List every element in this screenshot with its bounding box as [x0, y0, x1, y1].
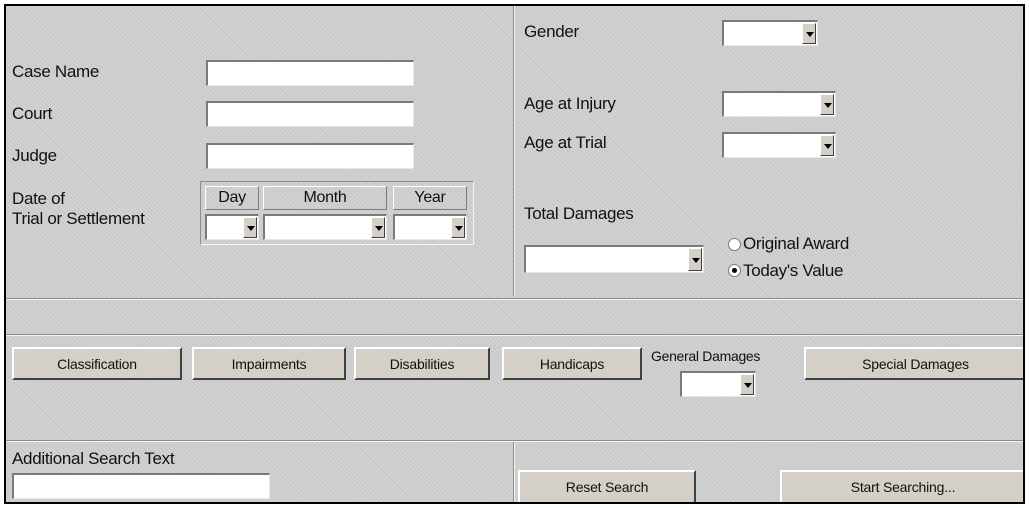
handicaps-button[interactable]: Handicaps: [502, 347, 642, 380]
date-label-line2: Trial or Settlement: [12, 209, 145, 228]
age-at-trial-select[interactable]: [722, 132, 836, 158]
year-select[interactable]: [393, 214, 467, 240]
total-damages-label: Total Damages: [524, 204, 634, 223]
date-picker-group: Day Month Year: [200, 181, 474, 245]
start-searching-button[interactable]: Start Searching...: [780, 470, 1023, 502]
total-damages-select[interactable]: [524, 245, 704, 273]
case-name-input[interactable]: [206, 60, 414, 86]
judge-input[interactable]: [206, 143, 414, 169]
general-damages-label: General Damages: [651, 348, 761, 364]
chevron-down-icon[interactable]: [802, 23, 816, 44]
chevron-down-icon[interactable]: [451, 217, 465, 238]
general-damages-select[interactable]: [680, 371, 756, 397]
chevron-down-icon[interactable]: [740, 374, 754, 395]
judge-label: Judge: [12, 146, 57, 165]
special-damages-button[interactable]: Special Damages: [804, 347, 1023, 380]
original-award-label[interactable]: Original Award: [743, 234, 849, 254]
disabilities-button[interactable]: Disabilities: [354, 347, 490, 380]
horizontal-divider-2: [6, 334, 1023, 336]
case-name-label: Case Name: [12, 62, 100, 81]
gender-label: Gender: [524, 22, 579, 41]
age-at-trial-label: Age at Trial: [524, 133, 607, 152]
day-column-header: Day: [205, 186, 259, 210]
todays-value-label[interactable]: Today's Value: [743, 261, 843, 281]
additional-search-input[interactable]: [12, 473, 270, 499]
reset-search-button[interactable]: Reset Search: [518, 470, 696, 502]
chevron-down-icon[interactable]: [688, 248, 702, 271]
vertical-divider-bottom: [513, 442, 515, 502]
chevron-down-icon[interactable]: [243, 217, 257, 238]
chevron-down-icon[interactable]: [820, 135, 834, 156]
vertical-divider-top: [513, 6, 515, 296]
age-at-injury-select[interactable]: [722, 91, 836, 117]
impairments-button[interactable]: Impairments: [192, 347, 346, 380]
year-column-header: Year: [393, 186, 467, 210]
todays-value-radio[interactable]: [728, 264, 741, 277]
gender-select[interactable]: [722, 20, 818, 46]
horizontal-divider-1: [6, 298, 1023, 300]
date-label-line1: Date of: [12, 189, 65, 208]
chevron-down-icon[interactable]: [371, 217, 385, 238]
month-select[interactable]: [263, 214, 387, 240]
search-form-panel: Case Name Court Judge Date of Trial or S…: [4, 4, 1025, 504]
horizontal-divider-3: [6, 440, 1023, 442]
day-select[interactable]: [205, 214, 259, 240]
month-column-header: Month: [263, 186, 387, 210]
age-at-injury-label: Age at Injury: [524, 94, 616, 113]
chevron-down-icon[interactable]: [820, 94, 834, 115]
court-label: Court: [12, 104, 53, 123]
classification-button[interactable]: Classification: [12, 347, 182, 380]
court-input[interactable]: [206, 101, 414, 127]
additional-search-label: Additional Search Text: [12, 449, 175, 468]
original-award-radio[interactable]: [728, 238, 741, 251]
